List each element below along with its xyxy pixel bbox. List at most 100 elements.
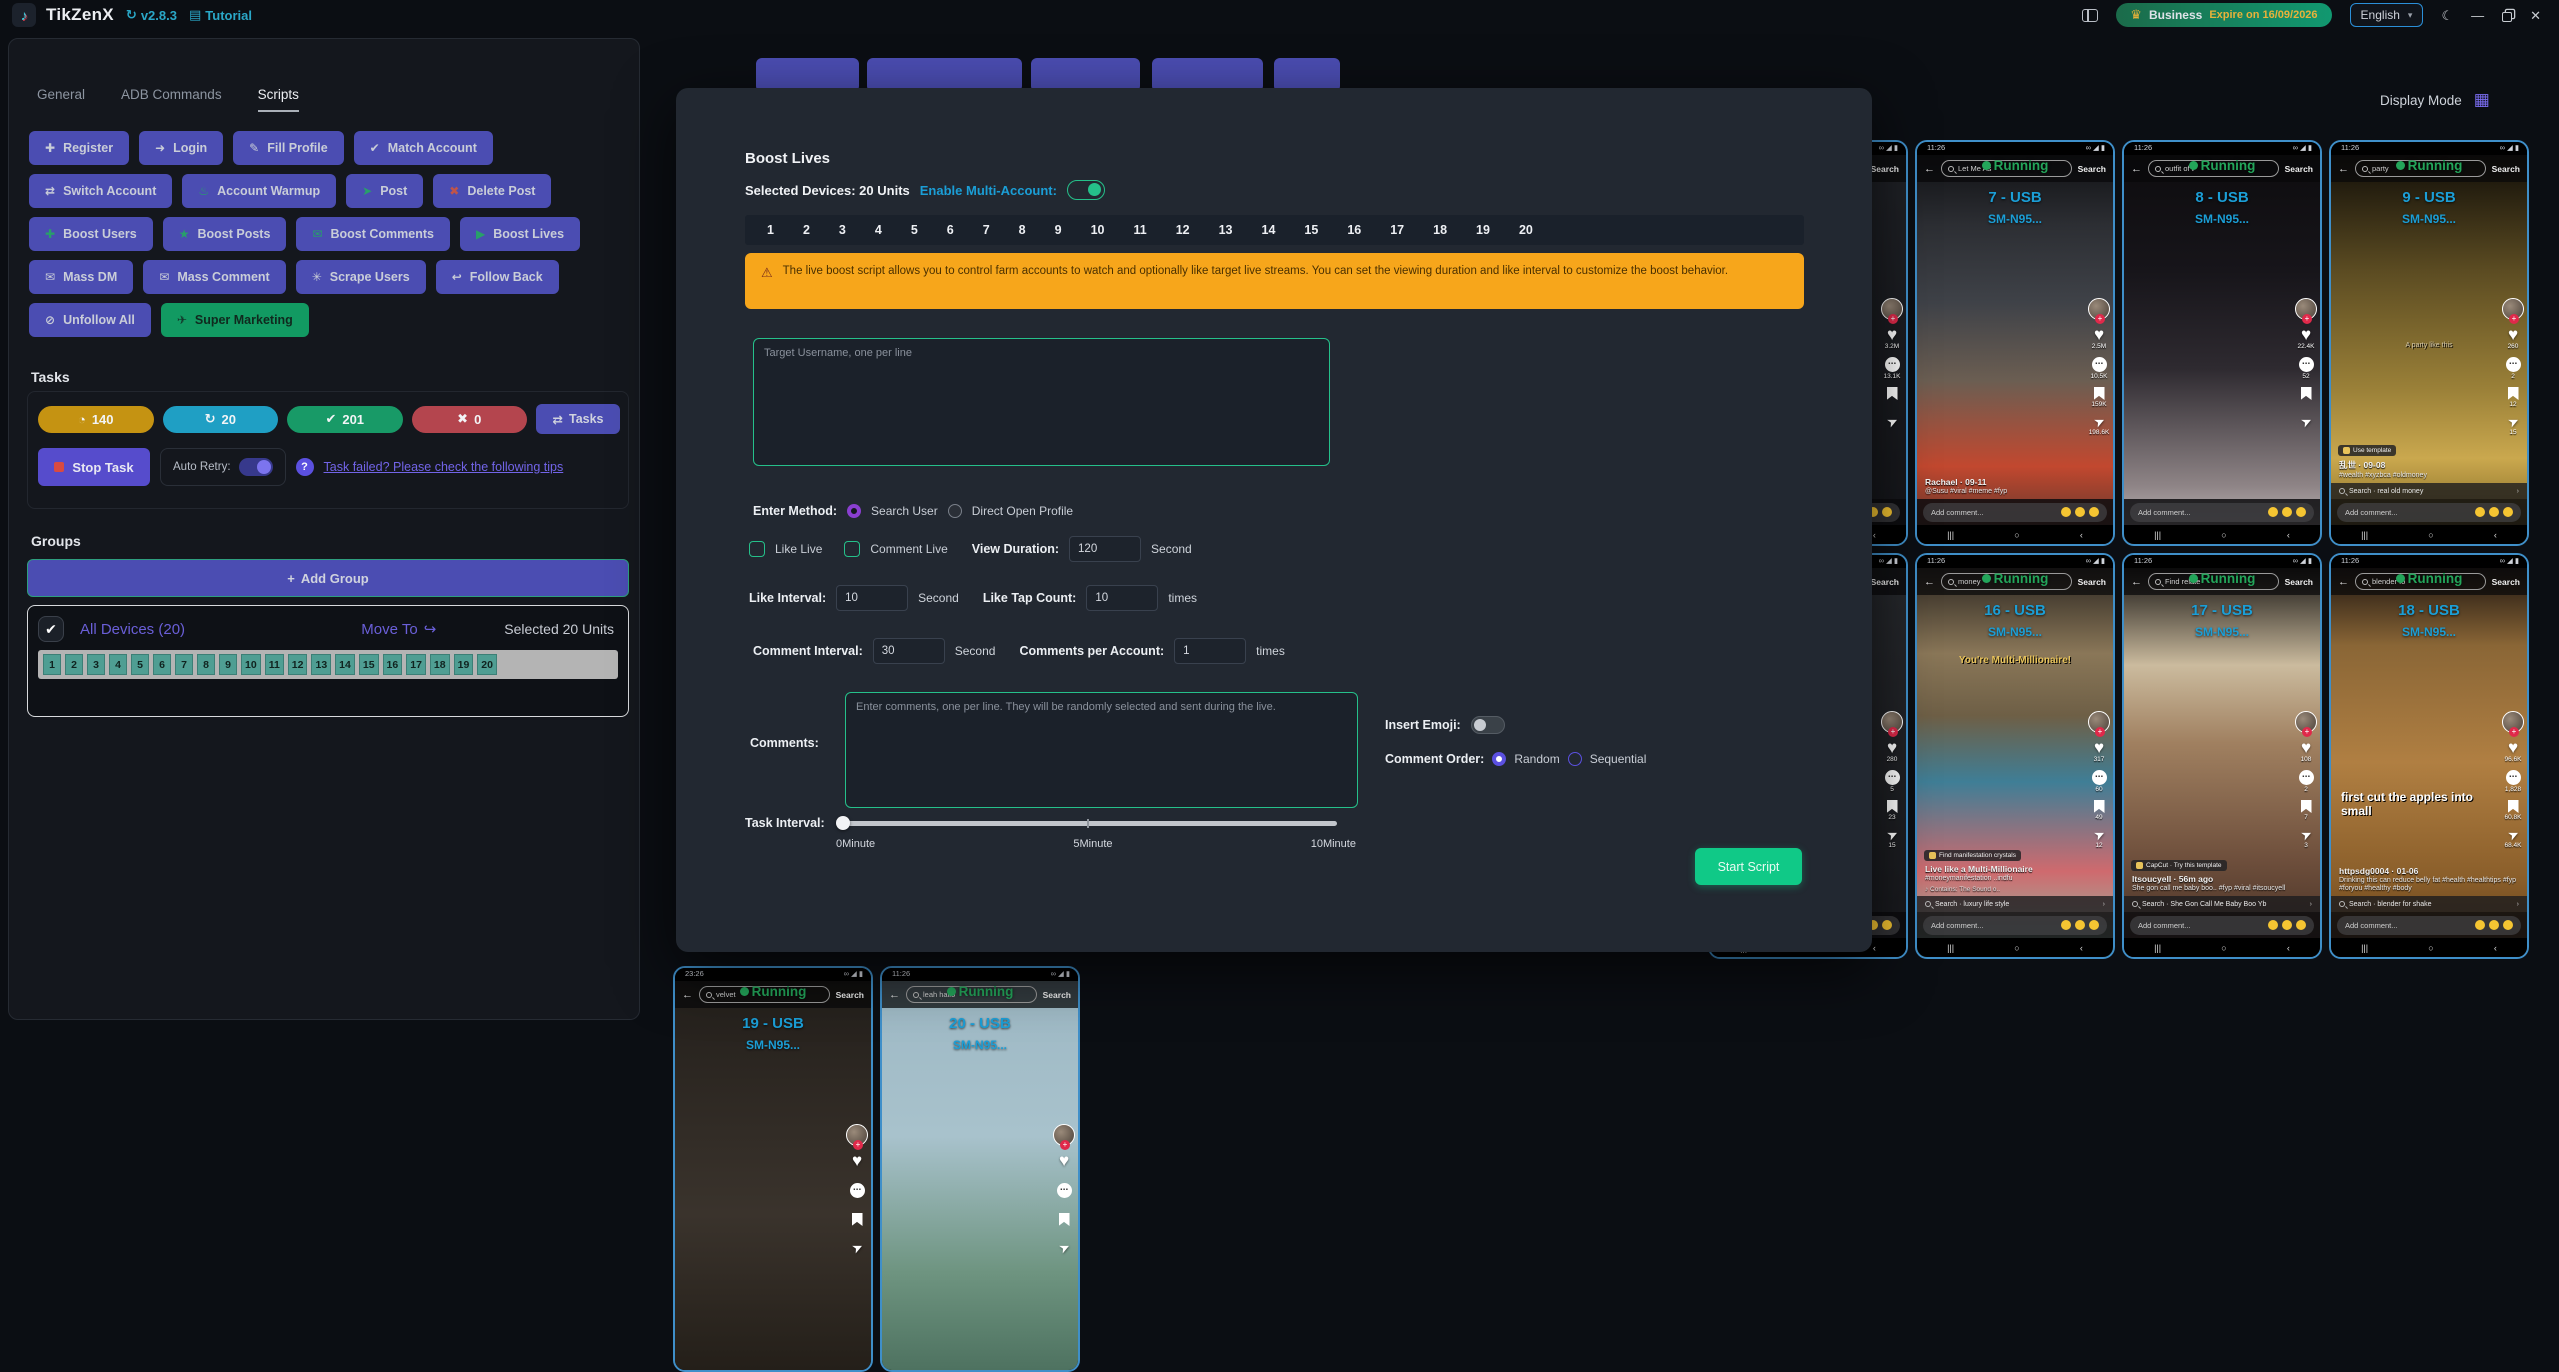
comments-per-account-input[interactable] xyxy=(1174,638,1246,664)
direct-open-profile-option[interactable]: Direct Open Profile xyxy=(972,504,1073,518)
follow-plus-icon[interactable]: + xyxy=(2302,727,2312,737)
emoji-icon[interactable] xyxy=(2061,507,2071,517)
comment-bubble-action[interactable]: ⋯10.5K xyxy=(2091,357,2108,380)
modal-device-number[interactable]: 17 xyxy=(1390,223,1404,237)
device-chip[interactable]: 5 xyxy=(131,654,149,675)
avatar[interactable]: + xyxy=(2088,298,2110,320)
add-comment-input[interactable]: Add comment... xyxy=(2130,916,2314,935)
search-button[interactable]: Search xyxy=(1871,577,1899,587)
like-interval-input[interactable] xyxy=(836,585,908,611)
script-button-fill-profile[interactable]: ✎Fill Profile xyxy=(233,131,344,165)
home-icon[interactable]: ○ xyxy=(2014,530,2019,540)
emoji-icon[interactable] xyxy=(2075,507,2085,517)
search-suggestion-bar[interactable]: Search · luxury life style› xyxy=(1917,896,2113,912)
help-icon[interactable]: ? xyxy=(296,458,314,476)
panel-toggle-icon[interactable] xyxy=(2082,9,2098,22)
modal-device-number[interactable]: 3 xyxy=(839,223,846,237)
share-action[interactable]: ➤3 xyxy=(2301,828,2312,849)
comment-bubble-action[interactable]: ⋯13.1K xyxy=(1884,357,1901,380)
bookmark-action[interactable]: 49 xyxy=(2094,800,2105,821)
add-comment-input[interactable]: Add comment... xyxy=(2337,916,2521,935)
heart-action[interactable]: ♥3.2M xyxy=(1885,327,1899,350)
sequential-option[interactable]: Sequential xyxy=(1590,752,1647,766)
device-chip[interactable]: 15 xyxy=(359,654,379,675)
close-button[interactable]: ✕ xyxy=(2530,9,2541,22)
follow-plus-icon[interactable]: + xyxy=(2095,314,2105,324)
search-suggestion-bar[interactable]: Search · real old money› xyxy=(2331,483,2527,499)
heart-action[interactable]: ♥108 xyxy=(2301,740,2312,763)
heart-action[interactable]: ♥2.5M xyxy=(2092,327,2106,350)
task-failed-link[interactable]: Task failed? Please check the following … xyxy=(324,460,564,474)
recents-icon[interactable]: ||| xyxy=(2154,530,2161,540)
target-username-textarea[interactable] xyxy=(753,338,1330,466)
version-box[interactable]: ↻ v2.8.3 xyxy=(126,7,177,23)
comment-bubble-action[interactable]: ⋯5 xyxy=(1885,770,1900,793)
tab-general[interactable]: General xyxy=(37,87,85,112)
language-select[interactable]: English ▾ xyxy=(2350,3,2424,27)
modal-device-number[interactable]: 12 xyxy=(1176,223,1190,237)
refresh-icon[interactable]: ↻ xyxy=(126,7,137,23)
modal-device-number[interactable]: 5 xyxy=(911,223,918,237)
comment-bubble-action[interactable]: ⋯1,828 xyxy=(2505,770,2521,793)
group-checkbox[interactable]: ✔ xyxy=(38,616,64,642)
modal-device-number[interactable]: 13 xyxy=(1219,223,1233,237)
modal-device-number[interactable]: 7 xyxy=(983,223,990,237)
back-icon[interactable]: ‹ xyxy=(2287,943,2290,953)
emoji-icon[interactable] xyxy=(2282,507,2292,517)
follow-plus-icon[interactable]: + xyxy=(1888,314,1898,324)
emoji-icon[interactable] xyxy=(2075,920,2085,930)
follow-plus-icon[interactable]: + xyxy=(2509,314,2519,324)
heart-action[interactable]: ♥22.4K xyxy=(2298,327,2315,350)
minimize-button[interactable]: — xyxy=(2471,9,2484,22)
home-icon[interactable]: ○ xyxy=(2221,530,2226,540)
avatar[interactable]: + xyxy=(2502,298,2524,320)
share-action[interactable]: ➤198.6K xyxy=(2089,415,2110,436)
script-button-post[interactable]: ➤Post xyxy=(346,174,423,208)
heart-action[interactable]: ♥ xyxy=(852,1153,862,1176)
follow-plus-icon[interactable]: + xyxy=(2302,314,2312,324)
emoji-icon[interactable] xyxy=(2503,920,2513,930)
emoji-icon[interactable] xyxy=(1882,920,1892,930)
back-icon[interactable]: ‹ xyxy=(2494,943,2497,953)
modal-device-number[interactable]: 18 xyxy=(1433,223,1447,237)
modal-device-number[interactable]: 8 xyxy=(1019,223,1026,237)
script-button-mass-comment[interactable]: ✉Mass Comment xyxy=(143,260,285,294)
add-group-button[interactable]: + Add Group xyxy=(27,559,629,597)
view-duration-input[interactable] xyxy=(1069,536,1141,562)
comment-live-checkbox[interactable] xyxy=(844,541,860,557)
home-icon[interactable]: ○ xyxy=(2221,943,2226,953)
task-interval-slider[interactable] xyxy=(837,821,1337,826)
follow-plus-icon[interactable]: + xyxy=(1060,1140,1070,1150)
script-button-unfollow-all[interactable]: ⊘Unfollow All xyxy=(29,303,151,337)
modal-device-number[interactable]: 1 xyxy=(767,223,774,237)
emoji-icon[interactable] xyxy=(2296,920,2306,930)
comments-textarea[interactable] xyxy=(845,692,1358,808)
device-screen-9[interactable]: 11:26∞ ◢ ▮←partySearchRunning9 - USBSM-N… xyxy=(2329,140,2529,546)
share-action[interactable]: ➤68.4K xyxy=(2505,828,2522,849)
emoji-icon[interactable] xyxy=(2475,507,2485,517)
add-comment-input[interactable]: Add comment... xyxy=(2130,503,2314,522)
emoji-icon[interactable] xyxy=(2089,920,2099,930)
back-icon[interactable]: ‹ xyxy=(2287,530,2290,540)
bookmark-action[interactable]: 12 xyxy=(2508,387,2519,408)
heart-action[interactable]: ♥ xyxy=(1059,1153,1069,1176)
comment-bubble-action[interactable]: ⋯2 xyxy=(2506,357,2521,380)
device-chip[interactable]: 10 xyxy=(241,654,261,675)
share-action[interactable]: ➤ xyxy=(2301,415,2312,436)
home-icon[interactable]: ○ xyxy=(2428,943,2433,953)
modal-device-number[interactable]: 10 xyxy=(1091,223,1105,237)
script-button-boost-users[interactable]: ✚Boost Users xyxy=(29,217,153,251)
add-comment-input[interactable]: Add comment... xyxy=(1923,503,2107,522)
bookmark-action[interactable]: 7 xyxy=(2301,800,2312,821)
heart-action[interactable]: ♥280 xyxy=(1887,740,1898,763)
start-script-button[interactable]: Start Script xyxy=(1695,848,1802,885)
device-chip[interactable]: 18 xyxy=(430,654,450,675)
add-comment-input[interactable]: Add comment... xyxy=(2337,503,2521,522)
emoji-icon[interactable] xyxy=(2475,920,2485,930)
like-live-label[interactable]: Like Live xyxy=(775,542,822,556)
modal-device-number[interactable]: 2 xyxy=(803,223,810,237)
search-suggestion-bar[interactable]: Search · blender for shake› xyxy=(2331,896,2527,912)
emoji-icon[interactable] xyxy=(2503,507,2513,517)
device-chip[interactable]: 4 xyxy=(109,654,127,675)
recents-icon[interactable]: ||| xyxy=(2154,943,2161,953)
